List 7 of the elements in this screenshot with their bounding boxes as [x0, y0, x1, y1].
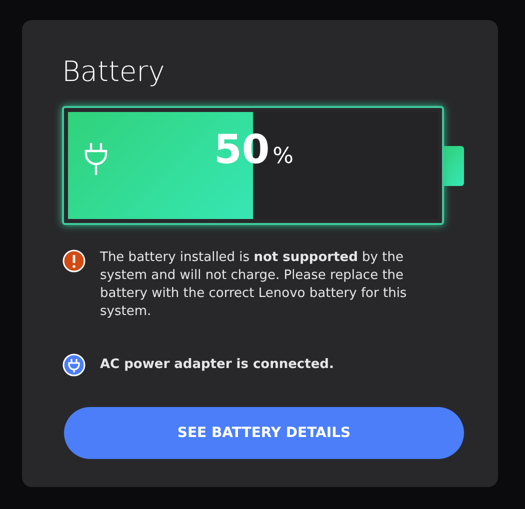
status-text: AC power adapter is connected. [100, 356, 334, 374]
plug-icon [62, 353, 86, 377]
battery-tip [444, 146, 464, 186]
warning-text: The battery installed is not supported by the system and will not charge. Please replace the battery with the correct Lenovo battery for this system. [100, 249, 408, 321]
warning-icon [62, 249, 86, 273]
see-battery-details-button[interactable]: SEE BATTERY DETAILS [64, 407, 464, 459]
panel-title: Battery [62, 58, 166, 86]
